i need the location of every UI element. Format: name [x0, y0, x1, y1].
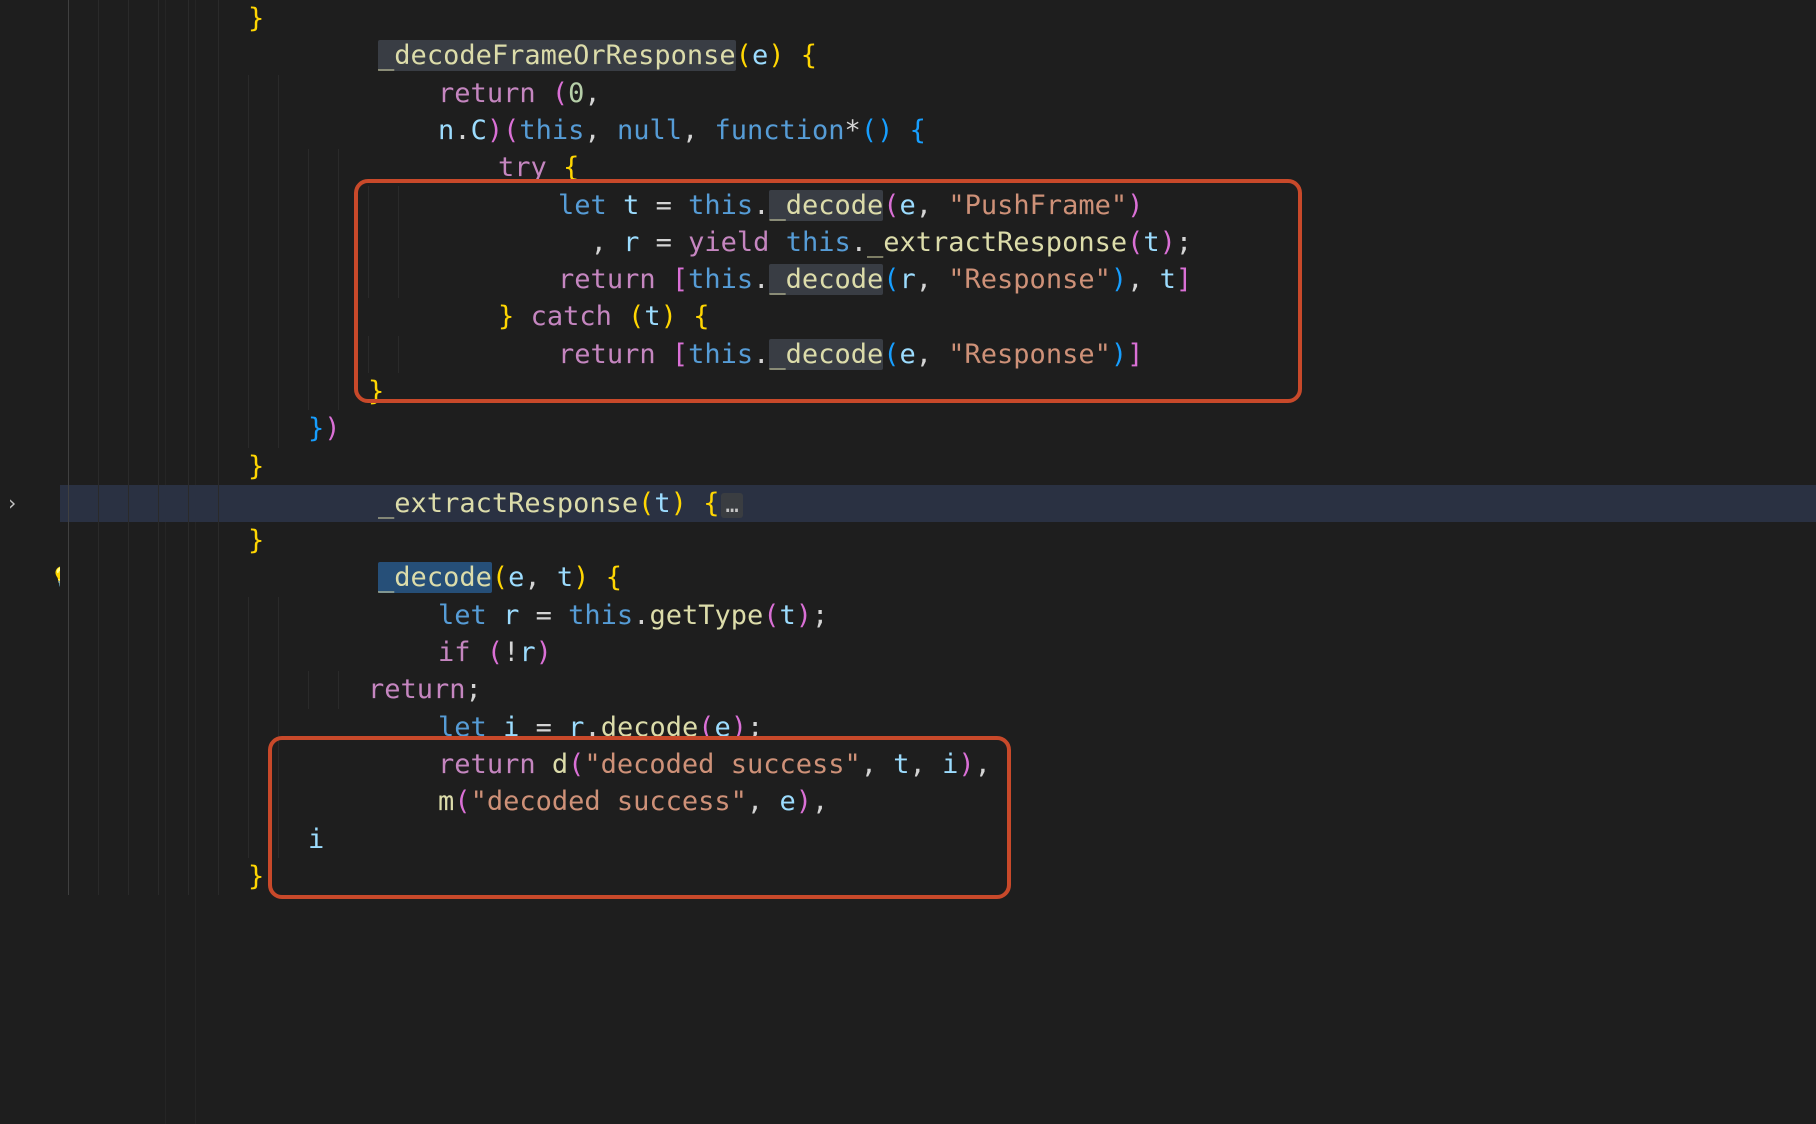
code-line[interactable]: n.C)(this, null, function*() {: [60, 112, 1816, 149]
code-line[interactable]: if (!r): [60, 634, 1816, 671]
code-line[interactable]: }): [60, 410, 1816, 447]
editor-content[interactable]: } _decodeFrameOrResponse(e) { return (0,…: [60, 0, 1816, 1124]
method-name: _extractResponse: [378, 488, 638, 519]
code-line[interactable]: i: [60, 821, 1816, 858]
code-line-current[interactable]: _extractResponse(t) {…: [60, 485, 1816, 522]
code-line[interactable]: return [this._decode(r, "Response"), t]: [60, 261, 1816, 298]
keyword-if: if: [438, 637, 471, 668]
code-line[interactable]: }: [60, 858, 1816, 895]
code-editor[interactable]: › 💡 } _decodeFrameOrResponse(e) { return…: [0, 0, 1816, 1124]
gutter: › 💡: [0, 0, 60, 1124]
folded-ellipsis-icon[interactable]: …: [721, 493, 742, 518]
code-line[interactable]: }: [60, 373, 1816, 410]
code-line[interactable]: return [this._decode(e, "Response")]: [60, 336, 1816, 373]
code-line[interactable]: m("decoded success", e),: [60, 783, 1816, 820]
fold-caret-icon[interactable]: ›: [6, 490, 18, 518]
